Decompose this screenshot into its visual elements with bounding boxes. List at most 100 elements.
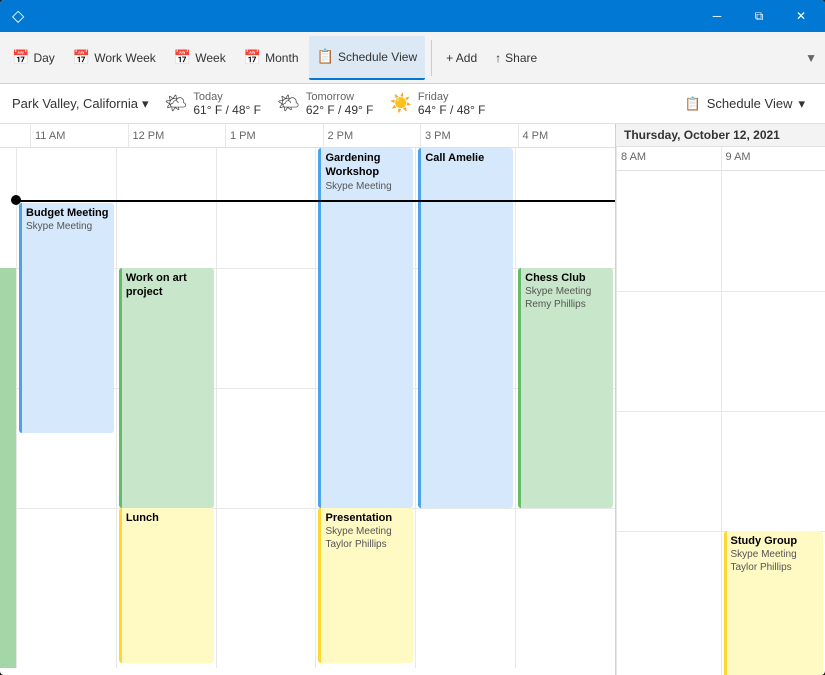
view-selector-label: Schedule View xyxy=(707,96,793,111)
study-group-sub2: Taylor Phillips xyxy=(731,561,820,574)
day-icon: 📅 xyxy=(12,49,29,66)
time-col-2pm: 2 PM xyxy=(323,124,421,147)
budget-meeting-event[interactable]: Budget Meeting Skype Meeting xyxy=(19,203,114,433)
week-label: Week xyxy=(195,51,225,65)
workweek-icon: 📅 xyxy=(73,49,90,66)
tomorrow-weather-icon: 🌤 xyxy=(277,93,300,114)
lunch-event[interactable]: Lunch xyxy=(119,508,214,663)
view-toolbar: 📅 Day 📅 Work Week 📅 Week 📅 Month 📋 Sched… xyxy=(0,32,825,84)
study-group-sub1: Skype Meeting xyxy=(731,548,820,561)
today-temp: 61° F / 48° F xyxy=(193,103,261,117)
weather-bar: Park Valley, California ▾ 🌤 Today 61° F … xyxy=(0,84,825,124)
friday-temp: 64° F / 48° F xyxy=(418,103,486,117)
toolbar-month-button[interactable]: 📅 Month xyxy=(236,36,307,80)
hour-line xyxy=(516,508,615,509)
chess-club-event[interactable]: Chess Club Skype Meeting Remy Phillips xyxy=(518,268,613,508)
hour-line xyxy=(617,531,721,532)
week-icon: 📅 xyxy=(174,49,191,66)
toolbar-day-button[interactable]: 📅 Day xyxy=(4,36,63,80)
toolbar-workweek-button[interactable]: 📅 Work Week xyxy=(65,36,164,80)
presentation-title: Presentation xyxy=(325,511,409,525)
time-col-1pm: 1 PM xyxy=(225,124,323,147)
right-panel-header: Thursday, October 12, 2021 xyxy=(616,124,825,147)
time-col-3pm: 3 PM xyxy=(420,124,518,147)
left-green-bar-1 xyxy=(0,268,16,508)
time-body: Budget Meeting Skype Meeting Work on art… xyxy=(0,148,615,675)
toolbar-schedule-button[interactable]: 📋 Schedule View xyxy=(309,36,426,80)
chess-club-sub2: Remy Phillips xyxy=(525,298,609,311)
right-col-8am xyxy=(616,171,721,675)
presentation-event[interactable]: Presentation Skype Meeting Taylor Philli… xyxy=(318,508,413,663)
time-label-spacer xyxy=(0,124,30,147)
hour-line xyxy=(217,268,316,269)
day-label: Day xyxy=(33,51,54,65)
weather-tomorrow: 🌤 Tomorrow 62° F / 49° F xyxy=(277,91,373,117)
time-col-4pm: 4 PM xyxy=(518,124,616,147)
title-bar: ◇ ─ ⧉ ✕ xyxy=(0,0,825,32)
add-button[interactable]: + Add xyxy=(438,36,485,80)
minimize-button[interactable]: ─ xyxy=(697,0,737,32)
right-body: Study Group Skype Meeting Taylor Phillip… xyxy=(616,171,825,675)
time-col-11am: 11 AM xyxy=(30,124,128,147)
time-col-4: Call Amelie xyxy=(415,148,515,668)
time-col-12pm: 12 PM xyxy=(128,124,226,147)
hour-line xyxy=(617,411,721,412)
tomorrow-label: Tomorrow xyxy=(306,91,374,103)
time-col-3: Gardening Workshop Skype Meeting Present… xyxy=(315,148,415,668)
current-time-dot xyxy=(11,195,21,205)
work-on-art-event[interactable]: Work on art project xyxy=(119,268,214,508)
time-col-0: Budget Meeting Skype Meeting xyxy=(16,148,116,668)
hour-line xyxy=(617,291,721,292)
restore-button[interactable]: ⧉ xyxy=(739,0,779,32)
hour-line xyxy=(17,508,116,509)
presentation-sub1: Skype Meeting xyxy=(325,525,409,538)
month-icon: 📅 xyxy=(244,49,261,66)
gardening-workshop-event[interactable]: Gardening Workshop Skype Meeting xyxy=(318,148,413,508)
view-selector[interactable]: 📋 Schedule View ▾ xyxy=(677,92,813,116)
friday-label: Friday xyxy=(418,91,486,103)
gardening-sub: Skype Meeting xyxy=(325,180,409,193)
location-selector[interactable]: Park Valley, California ▾ xyxy=(12,96,149,112)
hour-line xyxy=(416,508,515,509)
left-green-bar-2 xyxy=(0,508,16,668)
budget-meeting-title: Budget Meeting xyxy=(26,206,110,220)
hour-line xyxy=(217,508,316,509)
thursday-header-text: Thursday, October 12, 2021 xyxy=(624,128,780,142)
budget-meeting-sub: Skype Meeting xyxy=(26,220,110,233)
call-amelie-event[interactable]: Call Amelie xyxy=(418,148,513,508)
window-controls: ─ ⧉ ✕ xyxy=(697,0,821,32)
work-on-art-title: Work on art project xyxy=(126,271,210,300)
right-time-9am: 9 AM xyxy=(721,147,825,170)
hour-line xyxy=(217,388,316,389)
time-col-5: Chess Club Skype Meeting Remy Phillips xyxy=(515,148,615,668)
weather-friday: ☀️ Friday 64° F / 48° F xyxy=(389,91,485,117)
month-label: Month xyxy=(265,51,298,65)
tomorrow-temp: 62° F / 49° F xyxy=(306,103,374,117)
weather-today: 🌤 Today 61° F / 48° F xyxy=(165,91,261,117)
time-col-1: Work on art project Lunch xyxy=(116,148,216,668)
time-columns: Budget Meeting Skype Meeting Work on art… xyxy=(16,148,615,668)
calendar-area: 11 AM 12 PM 1 PM 2 PM 3 PM 4 PM xyxy=(0,124,825,675)
close-button[interactable]: ✕ xyxy=(781,0,821,32)
schedule-icon: 📋 xyxy=(317,48,334,65)
time-grid: 11 AM 12 PM 1 PM 2 PM 3 PM 4 PM xyxy=(0,124,615,675)
view-selector-icon: 📋 xyxy=(685,96,701,112)
gem-icon: ◇ xyxy=(12,6,24,26)
hour-line xyxy=(722,411,825,412)
toolbar-divider xyxy=(431,40,432,76)
time-col-2 xyxy=(216,148,316,668)
schedule-label: Schedule View xyxy=(338,50,417,64)
right-col-9am: Study Group Skype Meeting Taylor Phillip… xyxy=(721,171,825,675)
study-group-event[interactable]: Study Group Skype Meeting Taylor Phillip… xyxy=(724,531,824,675)
time-header: 11 AM 12 PM 1 PM 2 PM 3 PM 4 PM xyxy=(0,124,615,148)
toolbar-expand-icon[interactable]: ▼ xyxy=(801,47,821,69)
friday-weather-icon: ☀️ xyxy=(389,93,411,114)
add-label: + Add xyxy=(446,51,477,65)
hour-line xyxy=(722,291,825,292)
right-time-header: 8 AM 9 AM xyxy=(616,147,825,171)
view-selector-chevron: ▾ xyxy=(798,96,805,112)
presentation-sub2: Taylor Phillips xyxy=(325,538,409,551)
share-icon: ↑ xyxy=(495,51,501,65)
share-button[interactable]: ↑ Share xyxy=(487,36,545,80)
toolbar-week-button[interactable]: 📅 Week xyxy=(166,36,234,80)
